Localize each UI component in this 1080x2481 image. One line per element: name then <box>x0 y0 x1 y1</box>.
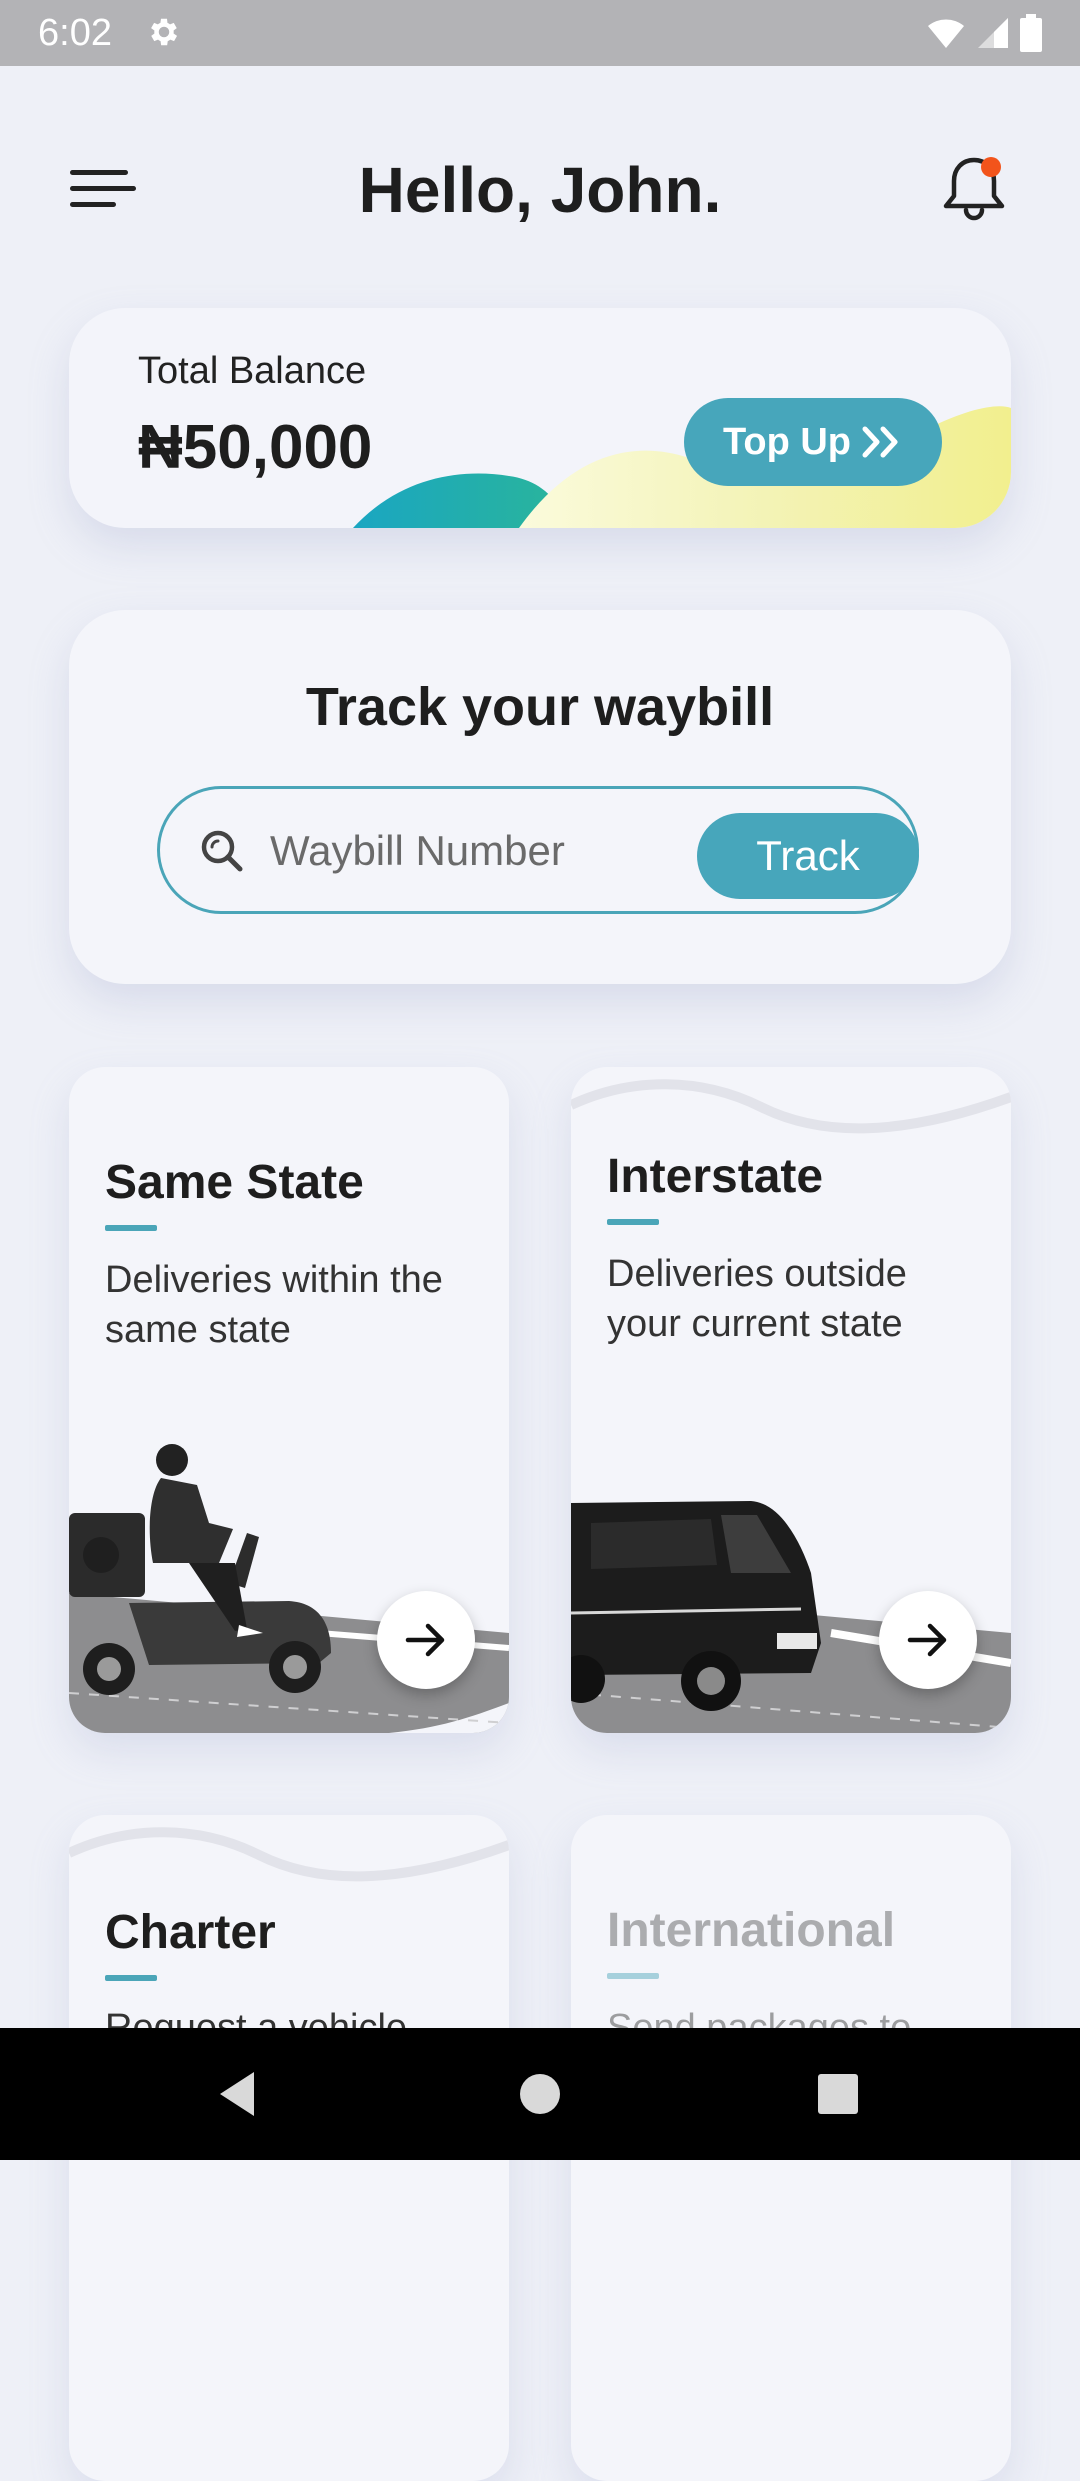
header: Hello, John. <box>0 130 1080 250</box>
settings-gear-icon <box>151 18 178 46</box>
back-icon[interactable] <box>210 2064 270 2124</box>
card-underline <box>105 1225 157 1231</box>
track-button[interactable]: Track <box>697 813 919 899</box>
card-title: Charter <box>105 1906 276 1959</box>
cell-signal-icon <box>978 18 1008 48</box>
battery-icon <box>1020 14 1042 52</box>
card-top-wave <box>69 1827 509 1882</box>
card-description: Deliveries within the same state <box>105 1259 443 1351</box>
card-underline <box>607 1219 659 1225</box>
same-state-arrow-button[interactable] <box>377 1591 475 1689</box>
card-title: International <box>607 1904 896 1957</box>
arrow-right-icon <box>907 1623 947 1657</box>
van-illustration <box>571 1501 1011 1733</box>
recents-icon[interactable] <box>808 2064 868 2124</box>
home-icon[interactable] <box>510 2064 570 2124</box>
status-time: 6:02 <box>38 12 112 54</box>
track-waybill-card: Track your waybill Track <box>69 610 1011 984</box>
card-underline <box>607 1973 659 1979</box>
scooter-rider-illustration <box>69 1444 509 1733</box>
system-navigation-bar <box>0 2028 1080 2160</box>
top-up-label: Top Up <box>722 420 852 463</box>
search-icon <box>201 830 243 872</box>
status-icons <box>926 14 1042 52</box>
balance-amount: ₦50,000 <box>138 413 373 482</box>
top-up-button[interactable]: Top Up <box>684 398 942 486</box>
waybill-number-input[interactable] <box>268 817 652 885</box>
greeting-title: Hello, John. <box>358 154 722 226</box>
card-underline <box>105 1975 157 1981</box>
notification-dot <box>981 157 1001 177</box>
waybill-search-field: Track <box>157 786 919 914</box>
service-card-same-state[interactable]: Same State Deliveries within the same st… <box>69 1067 509 1733</box>
balance-card: Total Balance ₦50,000 Top Up <box>69 308 1011 528</box>
bell-icon[interactable] <box>934 148 1014 228</box>
card-title: Same State <box>105 1156 364 1209</box>
wifi-icon <box>928 19 964 48</box>
track-title: Track your waybill <box>305 677 775 737</box>
interstate-arrow-button[interactable] <box>879 1591 977 1689</box>
arrow-right-icon <box>405 1623 445 1657</box>
service-card-interstate[interactable]: Interstate Deliveries outside your curre… <box>571 1067 1011 1733</box>
double-chevron-right-icon <box>862 426 898 458</box>
status-bar: 6:02 <box>0 0 1080 66</box>
card-description: Deliveries outside your current state <box>607 1253 907 1345</box>
balance-label: Total Balance <box>138 350 367 392</box>
card-title: Interstate <box>607 1150 824 1203</box>
